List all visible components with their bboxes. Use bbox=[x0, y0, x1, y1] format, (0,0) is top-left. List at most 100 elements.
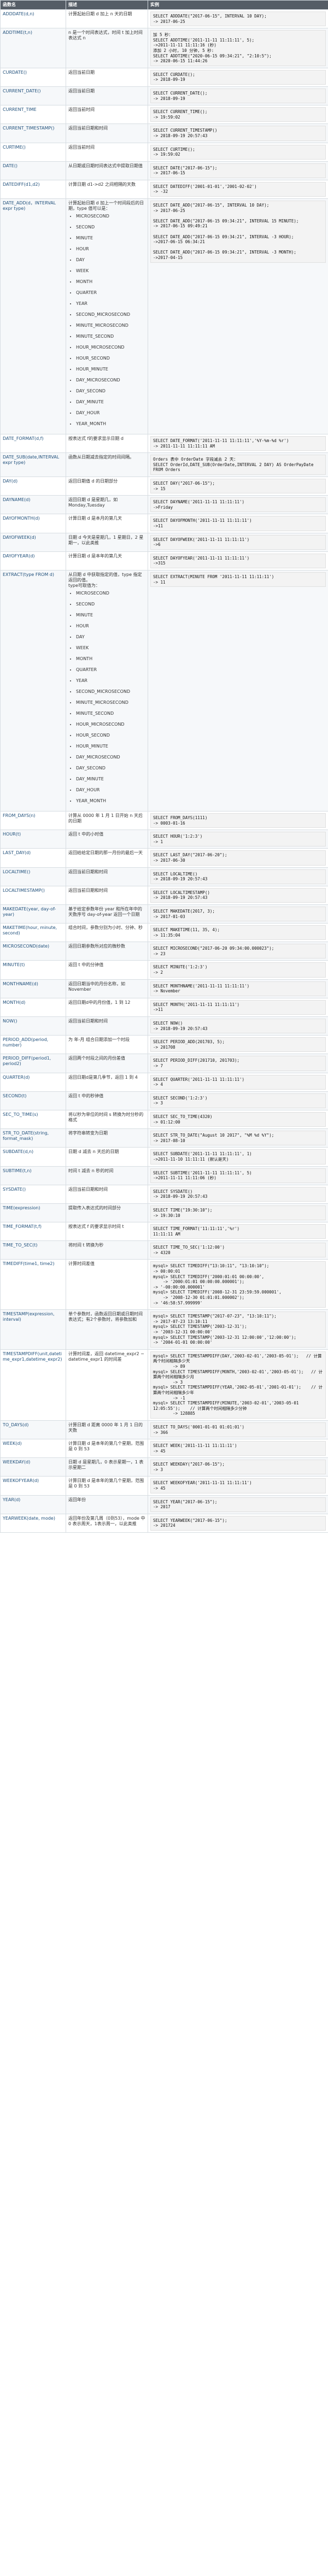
description-cell: 组合时间，参数分别为小时、分钟、秒 bbox=[66, 923, 148, 943]
function-name-cell: TIMESTAMP(expression, interval) bbox=[0, 1309, 66, 1350]
description-text: 返回给给定日期的那一月份的最后一天 bbox=[68, 850, 143, 856]
description-text: 时间 t 减去 n 秒的时间 bbox=[68, 1168, 114, 1173]
interval-unit-item: HOUR bbox=[76, 246, 145, 252]
interval-unit-item: MICROSECOND bbox=[76, 591, 145, 596]
example-code-block: SELECT DATEDIFF('2001-01-01','2001-02-02… bbox=[150, 181, 326, 197]
description-text: 函数从日期减去指定的时间间隔。 bbox=[68, 455, 134, 460]
description-cell: 返回日期d中的月份值，1 到 12 bbox=[66, 997, 148, 1018]
example-cell: SELECT DAY("2017-06-15"); -> 15 bbox=[148, 477, 328, 496]
function-name-cell: LAST_DAY(d) bbox=[0, 848, 66, 868]
example-cell: SELECT TIME_TO_SEC('1:12:00') -> 4320 bbox=[148, 1240, 328, 1260]
function-name-cell: YEARWEEK(date, mode) bbox=[0, 1513, 66, 1533]
example-cell: SELECT LOCALTIME() -> 2018-09-19 20:57:4… bbox=[148, 867, 328, 886]
table-row: MAKEDATE(year, day-of-year) 基于给定参数年份 year… bbox=[0, 904, 328, 924]
function-name-cell: MAKEDATE(year, day-of-year) bbox=[0, 904, 66, 924]
example-cell: SELECT CURTIME(); -> 19:59:02 bbox=[148, 142, 328, 162]
table-row: DATE_SUB(date,INTERVAL expr type) 函数从日期减去… bbox=[0, 452, 328, 478]
example-cell: SELECT DATE_ADD("2017-06-15", INTERVAL 1… bbox=[148, 198, 328, 435]
description-cell: 返回当前时间 bbox=[66, 105, 148, 125]
table-row: TIME_FORMAT(t,f) 按表达式 f 的要求显示时间 t SELECT T… bbox=[0, 1222, 328, 1242]
interval-unit-item: MINUTE_SECOND bbox=[76, 334, 145, 339]
interval-unit-item: DAY_MICROSECOND bbox=[76, 755, 145, 760]
example-cell: SELECT SYSDATE() -> 2018-09-19 20:57:43 bbox=[148, 1184, 328, 1204]
function-name-cell: CURRENT_TIME bbox=[0, 105, 66, 125]
example-code-block: SELECT HOUR('1:2:3') -> 1 bbox=[150, 832, 326, 847]
description-cell: 计算从 0000 年 1 月 1 日开始 n 天后的日期 bbox=[66, 810, 148, 831]
interval-unit-item: MICROSECOND bbox=[76, 214, 145, 219]
function-name-cell: MAKETIME(hour, minute, second) bbox=[0, 923, 66, 943]
table-row: TIMESTAMP(expression, interval) 单个参数时，函数返… bbox=[0, 1309, 328, 1350]
table-row: ADDDATE(d,n) 计算起始日期 d 加上 n 天的日期 SELECT ADD… bbox=[0, 9, 328, 29]
function-name-cell: DAYOFMONTH(d) bbox=[0, 514, 66, 533]
function-name-cell: TIME(expression) bbox=[0, 1203, 66, 1223]
function-name-cell: CURTIME() bbox=[0, 142, 66, 162]
interval-unit-item: YEAR bbox=[76, 678, 145, 684]
example-cell: SELECT DAYOFMONTH('2011-11-11 11:11:11')… bbox=[148, 514, 328, 533]
example-cell: SELECT YEAR("2017-06-15"); -> 2017 bbox=[148, 1495, 328, 1514]
table-row: TIMESTAMPDIFF(unit,datetime_expr1,dateti… bbox=[0, 1349, 328, 1421]
example-cell: SELECT MONTHNAME('2011-11-11 11:11:11') … bbox=[148, 979, 328, 998]
description-text: 计算日期 d1->d2 之间相隔的天数 bbox=[68, 181, 136, 187]
interval-unit-item: MINUTE bbox=[76, 236, 145, 241]
table-row: NOW() 返回当前日期和时间 SELECT NOW() -> 2018-09-19… bbox=[0, 1016, 328, 1036]
description-cell: 返回当前日期和时间 bbox=[66, 123, 148, 143]
table-row: DAY(d) 返回日期值 d 的日期部分 SELECT DAY("2017-06-1… bbox=[0, 477, 328, 496]
function-name-cell: DAYNAME(d) bbox=[0, 495, 66, 515]
description-text: 将时间 t 转换为秒 bbox=[68, 1243, 104, 1248]
function-name-cell: WEEK(d) bbox=[0, 1439, 66, 1458]
interval-unit-item: HOUR_SECOND bbox=[76, 733, 145, 738]
example-cell: SELECT SECOND('1:2:3') -> 3 bbox=[148, 1091, 328, 1110]
description-text: 返回当前时间 bbox=[68, 107, 95, 113]
description-cell: 计算时间差，返回 datetime_expr2 − datetime_expr1… bbox=[66, 1349, 148, 1421]
interval-unit-item: SECOND bbox=[76, 602, 145, 607]
description-cell: 计算日期 d1->d2 之间相隔的天数 bbox=[66, 179, 148, 199]
interval-unit-item: YEAR_MONTH bbox=[76, 798, 145, 804]
example-code-block: mysql> SELECT TIMESTAMP("2017-07-23", "1… bbox=[150, 1311, 326, 1348]
interval-unit-item: WEEK bbox=[76, 645, 145, 651]
example-code-block: SELECT MONTHNAME('2011-11-11 11:11:11') … bbox=[150, 981, 326, 996]
function-name-cell: SUBDATE(d,n) bbox=[0, 1147, 66, 1167]
description-cell: 返回当前日期和时间 bbox=[66, 885, 148, 905]
function-name-cell: YEAR(d) bbox=[0, 1495, 66, 1514]
example-code-block: SELECT QUARTER('2011-11-11 11:11:11') ->… bbox=[150, 1074, 326, 1090]
description-cell: 从日期或日期时间表达式中提取日期值 bbox=[66, 161, 148, 180]
interval-unit-item: DAY_MICROSECOND bbox=[76, 378, 145, 383]
example-code-block: SELECT LOCALTIME() -> 2018-09-19 20:57:4… bbox=[150, 869, 326, 884]
table-row: LOCALTIMESTAMP() 返回当前日期和时间 SELECT LOCALTIM… bbox=[0, 885, 328, 905]
description-cell: 返回日期参数所对应的微秒数 bbox=[66, 942, 148, 961]
table-row: DATE_FORMAT(d,f) 按表达式 f的要求显示日期 d SELECT DA… bbox=[0, 434, 328, 454]
example-code-block: SELECT YEARWEEK("2017-06-15"); -> 201724 bbox=[150, 1515, 326, 1531]
example-cell: SELECT FROM_DAYS(1111) -> 0003-01-16 bbox=[148, 810, 328, 831]
example-cell: SELECT TO_DAYS('0001-01-01 01:01:01') ->… bbox=[148, 1420, 328, 1440]
function-name-cell: PERIOD_DIFF(period1, period2) bbox=[0, 1054, 66, 1073]
example-code-block: SELECT MONTH('2011-11-11 11:11:11') ->11 bbox=[150, 999, 326, 1015]
description-text: 计算时间差，返回 datetime_expr2 − datetime_expr1… bbox=[68, 1351, 146, 1362]
table-row: MONTHNAME(d) 返回日期当中的月份名称，如 November SELECT… bbox=[0, 979, 328, 998]
table-row: MAKETIME(hour, minute, second) 组合时间，参数分别为… bbox=[0, 923, 328, 943]
table-row: DAYOFYEAR(d) 计算日期 d 是本年的第几天 SELECT DAYOFYE… bbox=[0, 551, 328, 571]
table-row: SEC_TO_TIME(s) 将以秒为单位的时间 s 转换为时分秒的格式 SELEC… bbox=[0, 1109, 328, 1130]
table-row: TIME(expression) 提取传入表达式的时间部分 SELECT TIME(… bbox=[0, 1203, 328, 1223]
description-text: 将以秒为单位的时间 s 转换为时分秒的格式 bbox=[68, 1111, 144, 1122]
interval-unit-item: WEEK bbox=[76, 268, 145, 274]
example-code-block: SELECT LAST_DAY("2017-06-20"); -> 2017-0… bbox=[150, 850, 326, 866]
description-text: 计算日期 d 距离 0000 年 1 月 1 日的天数 bbox=[68, 1422, 143, 1433]
example-cell: SELECT CURDATE(); -> 2018-09-19 bbox=[148, 67, 328, 87]
description-text: 从日期 d 中获取指定的值，type 指定返回的值。 type可取值为： bbox=[68, 572, 142, 588]
table-row: CURDATE() 返回当前日期 SELECT CURDATE(); -> 2018… bbox=[0, 67, 328, 87]
table-row: SECOND(t) 返回 t 中的秒钟值 SELECT SECOND('1:2:3'… bbox=[0, 1091, 328, 1110]
description-cell: 计算日期 d 是本年的第几天 bbox=[66, 551, 148, 571]
function-name-cell: SECOND(t) bbox=[0, 1091, 66, 1110]
description-text: 返回当前日期 bbox=[68, 88, 95, 93]
description-cell: 返回当前日期和时间 bbox=[66, 1016, 148, 1036]
example-code-block: SELECT TO_DAYS('0001-01-01 01:01:01') ->… bbox=[150, 1422, 326, 1438]
description-text: 返回当前日期和时间 bbox=[68, 1186, 108, 1192]
description-cell: 返回当前日期 bbox=[66, 67, 148, 87]
example-code-block: SELECT TIME("19:30:10"); -> 19:30:10 bbox=[150, 1205, 326, 1221]
example-code-block: SELECT TIME_FORMAT('11:11:11','%r') 11:1… bbox=[150, 1224, 326, 1239]
interval-unit-item: HOUR_SECOND bbox=[76, 356, 145, 361]
description-text: 为 年-月 组合日期添加一个时段 bbox=[68, 1037, 130, 1043]
description-cell: 计算日期 d 距离 0000 年 1 月 1 日的天数 bbox=[66, 1420, 148, 1440]
description-cell: 时间 t 减去 n 秒的时间 bbox=[66, 1166, 148, 1185]
table-row: MINUTE(t) 返回 t 中的分钟值 SELECT MINUTE('1:2:3'… bbox=[0, 960, 328, 980]
